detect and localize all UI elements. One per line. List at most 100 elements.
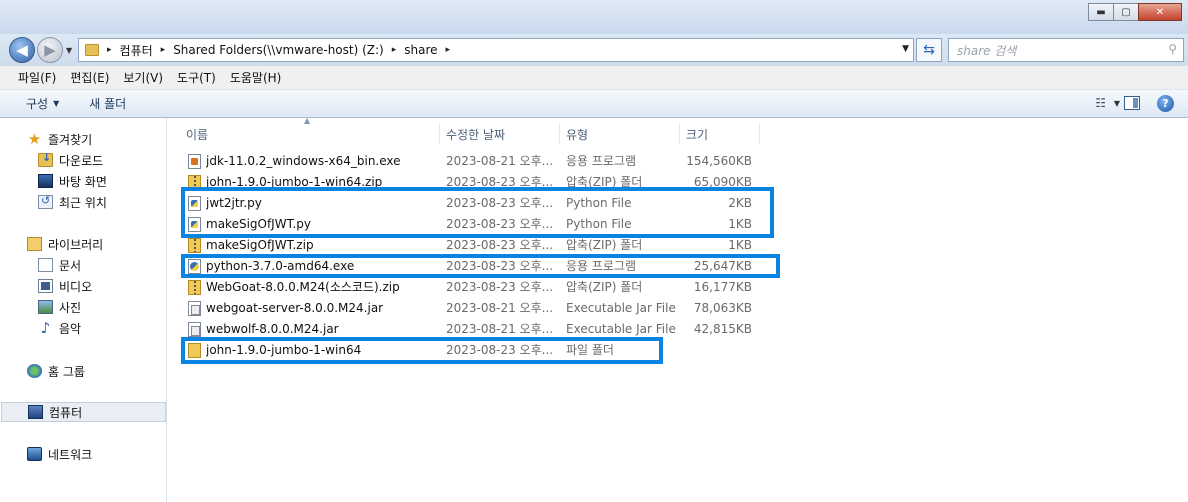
menu-help[interactable]: 도움말(H) [230, 69, 282, 86]
file-name: makeSigOfJWT.zip [206, 238, 314, 252]
table-row[interactable]: WebGoat-8.0.0.M24(소스코드).zip 2023-08-23 오… [168, 277, 768, 298]
file-size: 2KB [728, 196, 752, 210]
view-options-icon[interactable]: ☷ [1095, 96, 1106, 110]
nav-computer[interactable]: 컴퓨터 [1, 402, 166, 422]
menu-view[interactable]: 보기(V) [123, 69, 163, 86]
file-name: webwolf-8.0.0.M24.jar [206, 322, 339, 336]
nav-recent-label: 최근 위치 [59, 195, 107, 210]
nav-homegroup[interactable]: 홈 그룹 [27, 361, 85, 381]
preview-pane-icon[interactable] [1124, 96, 1140, 110]
crumb-separator-icon[interactable]: ▸ [107, 45, 112, 55]
refresh-button[interactable]: ⇆ [916, 38, 942, 62]
column-header-date[interactable]: 수정한 날짜 [442, 124, 560, 144]
search-icon[interactable]: ⚲ [1168, 42, 1177, 56]
view-dropdown-icon[interactable]: ▼ [1114, 99, 1120, 108]
address-bar[interactable]: ▸ 컴퓨터 ▸ Shared Folders(\\vmware-host) (Z… [78, 38, 914, 62]
table-row[interactable]: john-1.9.0-jumbo-1-win64.zip 2023-08-23 … [168, 172, 768, 193]
nav-desktop[interactable]: 바탕 화면 [38, 171, 107, 191]
file-type: Python File [566, 196, 632, 210]
address-dropdown-icon[interactable]: ▼ [902, 44, 909, 54]
table-row[interactable]: webwolf-8.0.0.M24.jar 2023-08-21 오후... E… [168, 319, 768, 340]
network-icon [27, 447, 42, 461]
file-list: ▲ 이름 수정한 날짜 유형 크기 jdk-11.0.2_windows-x64… [168, 116, 1188, 502]
file-name: webgoat-server-8.0.0.M24.jar [206, 301, 384, 315]
zip-folder-icon [188, 175, 201, 190]
forward-button[interactable]: ▶ [37, 37, 63, 63]
minimize-button[interactable]: ▬ [1088, 3, 1114, 21]
nav-recent[interactable]: 최근 위치 [38, 192, 107, 212]
file-size: 65,090KB [693, 175, 752, 189]
nav-network-label: 네트워크 [48, 447, 93, 462]
table-row[interactable]: jdk-11.0.2_windows-x64_bin.exe 2023-08-2… [168, 151, 768, 172]
menu-edit[interactable]: 편집(E) [70, 69, 109, 86]
crumb-separator-icon[interactable]: ▸ [392, 45, 397, 55]
file-name: jdk-11.0.2_windows-x64_bin.exe [206, 154, 401, 168]
file-date: 2023-08-23 오후... [446, 259, 552, 273]
file-type: 압축(ZIP) 폴더 [566, 280, 643, 294]
desktop-icon [38, 174, 53, 188]
file-type: 응용 프로그램 [566, 259, 637, 273]
folder-icon [85, 44, 99, 56]
organize-button[interactable]: 구성 ▼ [26, 95, 59, 112]
crumb-separator-icon[interactable]: ▸ [446, 45, 451, 55]
nav-network[interactable]: 네트워크 [27, 444, 92, 464]
search-input[interactable]: share 검색 ⚲ [948, 38, 1184, 62]
table-row[interactable]: webgoat-server-8.0.0.M24.jar 2023-08-21 … [168, 298, 768, 319]
recent-pages-dropdown-icon[interactable]: ▼ [66, 46, 72, 55]
table-row[interactable]: jwt2jtr.py 2023-08-23 오후... Python File … [168, 193, 768, 214]
crumb-share[interactable]: share [404, 43, 437, 57]
back-arrow-icon: ◀ [16, 41, 28, 59]
maximize-icon: ▢ [1121, 6, 1131, 18]
column-header-size[interactable]: 크기 [682, 124, 760, 144]
column-header-name[interactable]: 이름 [182, 124, 440, 144]
nav-documents[interactable]: 문서 [38, 255, 81, 275]
recent-places-icon [38, 194, 53, 209]
nav-desktop-label: 바탕 화면 [59, 174, 107, 189]
picture-icon [38, 300, 53, 314]
table-row[interactable]: python-3.7.0-amd64.exe 2023-08-23 오후... … [168, 256, 768, 277]
file-size [676, 340, 752, 361]
file-size: 42,815KB [693, 322, 752, 336]
crumb-shared-folders[interactable]: Shared Folders(\\vmware-host) (Z:) [173, 43, 384, 57]
file-date: 2023-08-23 오후... [446, 343, 552, 357]
nav-videos[interactable]: 비디오 [38, 276, 92, 296]
nav-pictures[interactable]: 사진 [38, 297, 81, 317]
nav-computer-label: 컴퓨터 [49, 405, 83, 420]
column-headers: 이름 수정한 날짜 유형 크기 [168, 124, 760, 144]
file-date: 2023-08-23 오후... [446, 217, 552, 231]
help-icon[interactable]: ? [1157, 95, 1174, 112]
nav-libraries[interactable]: 라이브러리 [27, 234, 103, 254]
nav-homegroup-label: 홈 그룹 [48, 364, 85, 379]
file-size: 1KB [728, 238, 752, 252]
close-button[interactable]: ✕ [1138, 3, 1182, 21]
file-type: Executable Jar File [566, 301, 676, 315]
help-glyph: ? [1162, 97, 1169, 110]
table-row[interactable]: john-1.9.0-jumbo-1-win64 2023-08-23 오후..… [168, 340, 768, 361]
zip-folder-icon [188, 280, 201, 295]
installer-icon [188, 259, 201, 274]
new-folder-button[interactable]: 새 폴더 [89, 95, 126, 112]
minimize-icon: ▬ [1096, 6, 1106, 18]
crumb-computer[interactable]: 컴퓨터 [120, 42, 153, 59]
title-ghost-text [70, 0, 208, 10]
file-type: Python File [566, 217, 632, 231]
column-name-label: 이름 [186, 127, 209, 142]
nav-favorites[interactable]: ★ 즐겨찾기 [27, 129, 92, 149]
maximize-button[interactable]: ▢ [1113, 3, 1139, 21]
column-header-type[interactable]: 유형 [562, 124, 680, 144]
file-type: 압축(ZIP) 폴더 [566, 175, 643, 189]
back-button[interactable]: ◀ [9, 37, 35, 63]
menu-file[interactable]: 파일(F) [18, 69, 56, 86]
star-icon: ★ [27, 130, 42, 148]
table-row[interactable]: makeSigOfJWT.py 2023-08-23 오후... Python … [168, 214, 768, 235]
crumb-separator-icon[interactable]: ▸ [161, 45, 166, 55]
nav-documents-label: 문서 [59, 258, 82, 273]
address-row: ◀ ▶ ▼ ▸ 컴퓨터 ▸ Shared Folders(\\vmware-ho… [0, 34, 1188, 66]
folder-icon [188, 343, 201, 358]
nav-music[interactable]: ♪ 음악 [38, 318, 81, 338]
table-row[interactable]: makeSigOfJWT.zip 2023-08-23 오후... 압축(ZIP… [168, 235, 768, 256]
nav-downloads[interactable]: 다운로드 [38, 150, 103, 170]
file-name: makeSigOfJWT.py [206, 217, 312, 231]
menu-tools[interactable]: 도구(T) [177, 69, 216, 86]
file-date: 2023-08-23 오후... [446, 238, 552, 252]
